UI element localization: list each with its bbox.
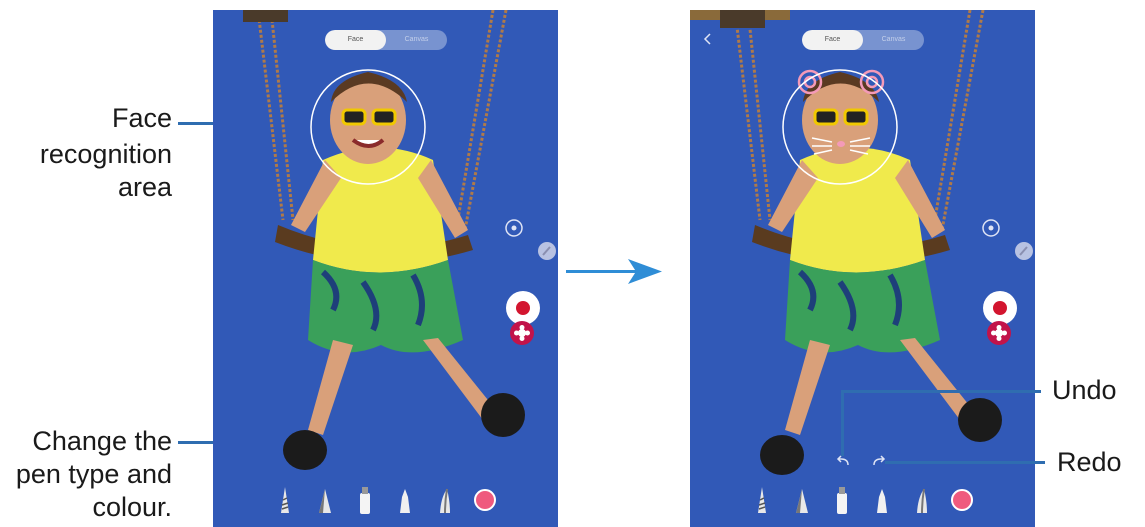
photo-swing-boy-doodled [690, 10, 1002, 475]
sticker-button[interactable] [987, 321, 1011, 345]
pen-type-label-line3: colour. [92, 492, 172, 522]
marker-pen-icon[interactable] [313, 485, 337, 515]
tab-face[interactable]: Face [802, 30, 863, 50]
redo-icon[interactable] [872, 455, 886, 467]
marker-pen-icon[interactable] [790, 485, 814, 515]
color-swatch-icon[interactable] [950, 485, 974, 515]
sticker-button[interactable] [510, 321, 534, 345]
pen-icon [1019, 246, 1028, 256]
pen-type-label-line2: pen type and [15, 459, 172, 489]
switch-camera-icon [982, 219, 1000, 237]
undo-icon[interactable] [836, 455, 850, 467]
fountain-pen-icon[interactable] [393, 485, 417, 515]
pen-toolbar [750, 485, 978, 515]
phone-screen-after: Face Canvas [690, 10, 1035, 527]
highlighter-pen-icon[interactable] [353, 485, 377, 515]
mode-tabs: Face Canvas [802, 30, 924, 50]
switch-camera-button[interactable] [980, 217, 1002, 239]
switch-camera-button[interactable] [503, 217, 525, 239]
undo-label: Undo [1052, 375, 1117, 405]
face-recognition-label: Face [90, 102, 172, 135]
record-icon [516, 301, 530, 315]
face-recognition-label-line1: Face [111, 103, 172, 133]
pattern-pen-icon[interactable] [750, 485, 774, 515]
pen-settings-button[interactable] [1015, 242, 1033, 260]
face-recognition-label-2: recognition area [30, 138, 172, 204]
pen-icon [542, 246, 551, 256]
sticker-icon [510, 321, 534, 345]
pen-type-label: Change the pen type and colour. [0, 425, 172, 524]
face-recognition-label-line3: area [117, 172, 172, 202]
mode-tabs: Face Canvas [325, 30, 447, 50]
fountain-pen-icon[interactable] [870, 485, 894, 515]
brush-pen-icon[interactable] [910, 485, 934, 515]
redo-leader [885, 461, 1045, 464]
face-recognition-label-line2: recognition [39, 139, 172, 169]
undo-leader-v [841, 390, 844, 456]
photo-swing-boy [243, 10, 525, 470]
pen-settings-button[interactable] [538, 242, 556, 260]
pen-toolbar [273, 485, 501, 515]
brush-pen-icon[interactable] [433, 485, 457, 515]
tab-canvas[interactable]: Canvas [386, 30, 447, 50]
undo-leader-h [841, 390, 1041, 393]
tab-canvas[interactable]: Canvas [863, 30, 924, 50]
phone-screen-before: Face Canvas [213, 10, 558, 527]
back-icon[interactable] [702, 32, 714, 46]
color-swatch-icon[interactable] [473, 485, 497, 515]
switch-camera-icon [505, 219, 523, 237]
record-button[interactable] [983, 291, 1017, 325]
tab-face[interactable]: Face [325, 30, 386, 50]
record-icon [993, 301, 1007, 315]
redo-label: Redo [1057, 447, 1122, 477]
sticker-icon [987, 321, 1011, 345]
highlighter-pen-icon[interactable] [830, 485, 854, 515]
record-button[interactable] [506, 291, 540, 325]
pen-type-label-line1: Change the [32, 426, 172, 456]
right-arrow-icon [566, 259, 662, 284]
pattern-pen-icon[interactable] [273, 485, 297, 515]
